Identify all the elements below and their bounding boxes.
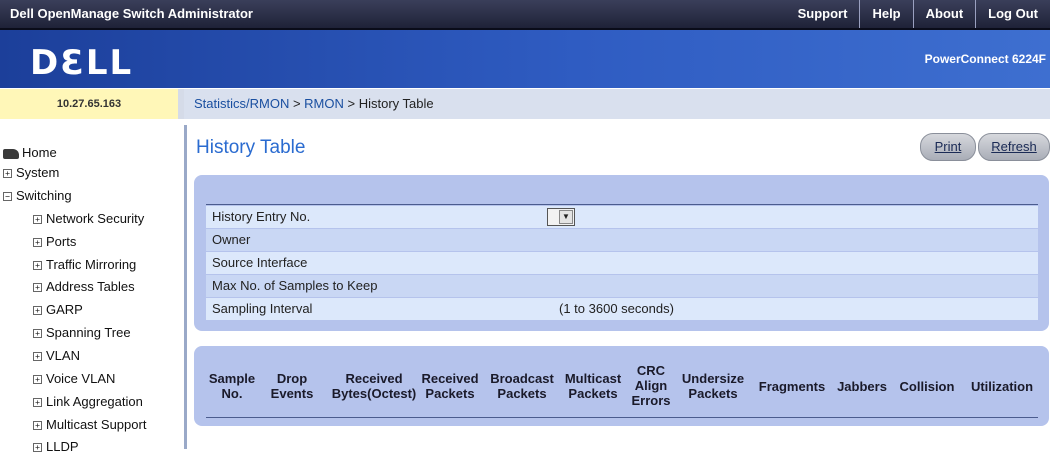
sidebar-item-garp[interactable]: + GARP <box>33 302 83 317</box>
sidebar-item-label: Network Security <box>46 211 145 226</box>
support-link[interactable]: Support <box>786 0 860 28</box>
divider <box>206 204 1038 205</box>
top-links: Support Help About Log Out <box>786 0 1050 28</box>
field-history-entry: History Entry No. ▼ <box>206 206 1038 228</box>
col-multicast-packets: Multicast Packets <box>564 371 622 401</box>
col-crc-align-errors: CRC Align Errors <box>631 363 671 408</box>
sidebar-item-label: LLDP <box>46 439 79 454</box>
sidebar-item-link-aggregation[interactable]: + Link Aggregation <box>33 394 143 409</box>
breadcrumb-current: History Table <box>358 96 434 111</box>
field-label: Source Interface <box>212 255 308 270</box>
field-label: Owner <box>212 232 251 247</box>
expand-icon[interactable]: + <box>33 421 42 431</box>
col-collision: Collision <box>899 379 955 394</box>
breadcrumb-rmon[interactable]: RMON <box>304 96 344 111</box>
sidebar-item-label: Switching <box>16 188 72 203</box>
field-label: Sampling Interval <box>212 301 313 316</box>
field-label: Max No. of Samples to Keep <box>212 278 378 293</box>
history-table-panel: Sample No. Drop Events Received Bytes(Oc… <box>194 346 1049 426</box>
expand-icon[interactable]: + <box>33 329 42 339</box>
home-icon <box>3 148 19 159</box>
breadcrumb-statistics[interactable]: Statistics/RMON <box>194 96 289 111</box>
app-title: Dell OpenManage Switch Administrator <box>10 6 253 21</box>
expand-icon[interactable]: + <box>33 238 42 248</box>
sidebar-item-multicast-support[interactable]: + Multicast Support <box>33 417 146 432</box>
breadcrumb: Statistics/RMON > RMON > History Table <box>184 89 1050 119</box>
sidebar-item-traffic-mirroring[interactable]: + Traffic Mirroring <box>33 257 136 272</box>
logout-link[interactable]: Log Out <box>975 0 1050 28</box>
sidebar-item-label: Traffic Mirroring <box>46 257 137 272</box>
sidebar-item-ports[interactable]: + Ports <box>33 234 76 249</box>
expand-icon[interactable]: + <box>33 375 42 385</box>
sidebar-item-label: GARP <box>46 302 83 317</box>
model-name: PowerConnect 6224F <box>924 52 1046 66</box>
history-entry-select[interactable]: ▼ <box>547 208 575 226</box>
main-content: History Table Print Refresh History Entr… <box>190 125 1050 449</box>
sidebar-nav: Home + System − Switching + Network Securit… <box>0 125 187 454</box>
sidebar-item-label: Multicast Support <box>46 417 147 432</box>
sidebar-item-label: Voice VLAN <box>46 371 116 386</box>
sidebar-item-system[interactable]: + System <box>3 165 59 180</box>
col-undersize-packets: Undersize Packets <box>681 371 745 401</box>
expand-icon[interactable]: + <box>33 352 42 362</box>
col-fragments: Fragments <box>758 379 826 394</box>
sidebar-item-label: Link Aggregation <box>46 394 143 409</box>
device-ip: 10.27.65.163 <box>0 89 184 119</box>
sidebar-item-vlan[interactable]: + VLAN <box>33 348 80 363</box>
field-label: History Entry No. <box>212 209 311 224</box>
sidebar-item-spanning-tree[interactable]: + Spanning Tree <box>33 325 131 340</box>
col-received-packets: Received Packets <box>421 371 479 401</box>
col-sample-no: Sample No. <box>208 371 256 401</box>
chevron-down-icon[interactable]: ▼ <box>559 210 573 224</box>
field-sampling-interval: Sampling Interval (1 to 3600 seconds) <box>206 298 1038 320</box>
sidebar-item-address-tables[interactable]: + Address Tables <box>33 279 135 294</box>
expand-icon[interactable]: + <box>33 261 42 271</box>
field-hint: (1 to 3600 seconds) <box>559 301 674 316</box>
expand-icon[interactable]: + <box>33 398 42 408</box>
col-received-bytes: Received Bytes(Octest) <box>331 371 417 401</box>
sidebar-item-label: Home <box>22 145 57 160</box>
sidebar-item-label: System <box>16 165 60 180</box>
sidebar-item-label: Spanning Tree <box>46 325 131 340</box>
dell-logo: DƐLL <box>30 43 134 83</box>
col-utilization: Utilization <box>970 379 1034 394</box>
sidebar-item-switching[interactable]: − Switching <box>3 188 72 203</box>
field-source-interface: Source Interface <box>206 252 1038 274</box>
sidebar-item-network-security[interactable]: + Network Security <box>33 211 144 226</box>
expand-icon[interactable]: + <box>33 215 42 225</box>
collapse-icon[interactable]: − <box>3 192 12 202</box>
page-title: History Table <box>196 137 306 158</box>
header-banner: DƐLL PowerConnect 6224F <box>0 30 1050 88</box>
refresh-button[interactable]: Refresh <box>978 133 1050 161</box>
expand-icon[interactable]: + <box>33 443 42 453</box>
expand-icon[interactable]: + <box>33 306 42 316</box>
help-link[interactable]: Help <box>859 0 912 28</box>
field-max-samples: Max No. of Samples to Keep <box>206 275 1038 297</box>
sidebar-item-label: Ports <box>46 234 77 249</box>
sidebar-item-home[interactable]: Home <box>3 145 57 160</box>
col-drop-events: Drop Events <box>270 371 314 401</box>
expand-icon[interactable]: + <box>3 169 12 179</box>
sidebar-item-label: VLAN <box>46 348 80 363</box>
table-header-divider <box>206 417 1038 418</box>
breadcrumb-separator: > <box>289 96 305 111</box>
sidebar-item-label: Address Tables <box>46 279 135 294</box>
print-button[interactable]: Print <box>920 133 976 161</box>
sidebar-item-voice-vlan[interactable]: + Voice VLAN <box>33 371 115 386</box>
col-jabbers: Jabbers <box>837 379 887 394</box>
field-owner: Owner <box>206 229 1038 251</box>
expand-icon[interactable]: + <box>33 283 42 293</box>
breadcrumb-separator: > <box>343 96 359 111</box>
col-broadcast-packets: Broadcast Packets <box>490 371 554 401</box>
about-link[interactable]: About <box>912 0 976 28</box>
history-form-panel: History Entry No. ▼ Owner Source Interfa… <box>194 175 1049 331</box>
top-bar: Dell OpenManage Switch Administrator Sup… <box>0 0 1050 30</box>
sidebar-item-lldp[interactable]: + LLDP <box>33 439 79 454</box>
